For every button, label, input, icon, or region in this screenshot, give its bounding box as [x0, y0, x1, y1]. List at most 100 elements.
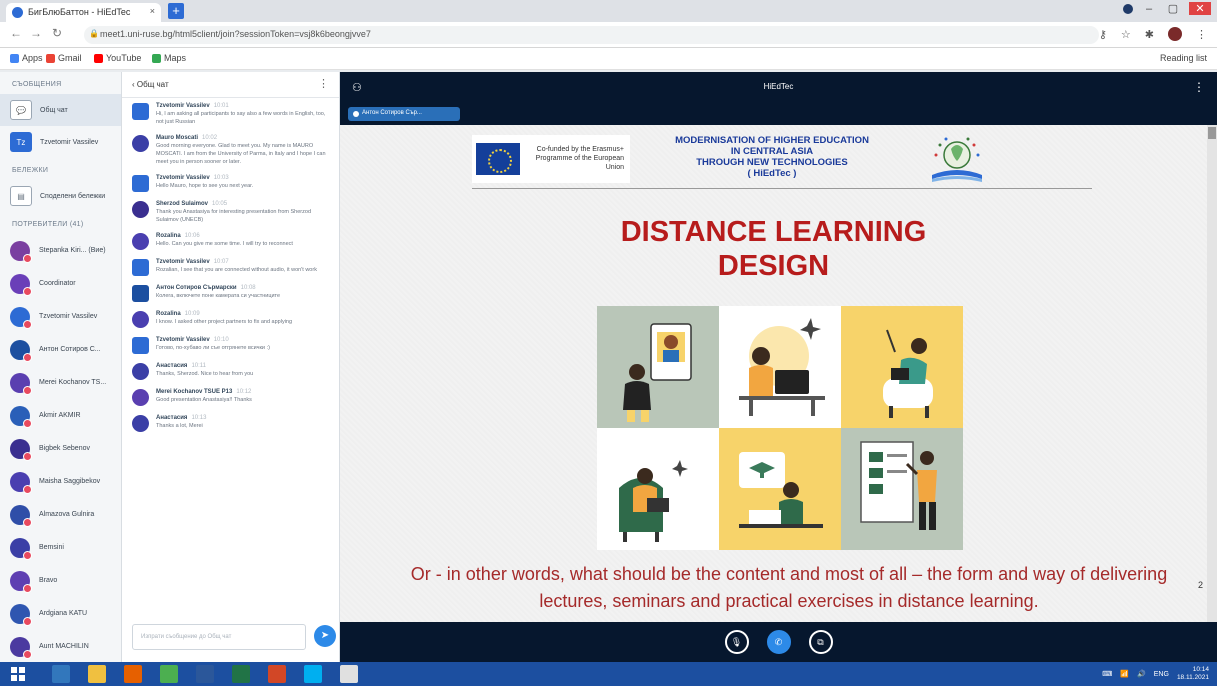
scrollbar-thumb[interactable]: [1208, 127, 1216, 139]
lock-icon: 🔒: [89, 29, 99, 38]
microphone-icon[interactable]: 🎙: [724, 630, 749, 654]
sender-avatar-icon: [132, 285, 149, 302]
project-title-line: THROUGH NEW TECHNOLOGIES: [696, 157, 848, 168]
tab-close-icon[interactable]: ×: [150, 6, 155, 16]
user-list-item[interactable]: Bravo: [0, 564, 121, 597]
user-list-item[interactable]: Coordinator: [0, 267, 121, 300]
user-list-item[interactable]: Akmir AKMIR: [0, 399, 121, 432]
user-list-item[interactable]: Ardgiana KATU: [0, 597, 121, 630]
edge-icon[interactable]: [52, 665, 70, 683]
close-window-icon[interactable]: ✕: [1189, 2, 1211, 15]
presenter-icon: [353, 111, 359, 117]
menu-icon[interactable]: ⋮: [1196, 28, 1207, 41]
key-icon[interactable]: ⚷: [1099, 28, 1107, 41]
sidebar-item-public-chat[interactable]: 💬 Общ чат: [0, 94, 121, 126]
back-icon[interactable]: ←: [10, 26, 22, 40]
bookmark-youtube[interactable]: YouTube: [94, 53, 141, 63]
user-list-item[interactable]: Merei Kochanov TS...: [0, 366, 121, 399]
illustration-laptop-armchair: [597, 428, 719, 550]
bookmark-apps[interactable]: Apps: [10, 53, 43, 63]
sender-name: Mauro Moscati: [156, 135, 199, 141]
message-time: 10:10: [213, 337, 229, 343]
new-tab-button[interactable]: +: [168, 3, 184, 19]
keyboard-icon[interactable]: ⌨: [1102, 670, 1112, 678]
bookmark-label: YouTube: [106, 53, 142, 63]
message-time: 10:13: [191, 415, 207, 421]
presenter-name: Антон Сотиров Сър...: [362, 110, 422, 116]
user-list-item[interactable]: Aнтон Сотиров С...: [0, 333, 121, 366]
chat-message: Антон Сотиров Сърмарски 10:08 Колега, вклю…: [122, 280, 340, 306]
volume-icon[interactable]: 🔊: [1137, 670, 1146, 678]
message-header: Rozalina 10:09: [156, 310, 292, 318]
bookmark-gmail[interactable]: Gmail: [46, 53, 82, 63]
profile-avatar-icon[interactable]: [1168, 27, 1182, 41]
windows-taskbar: ⌨ 📶 🔊 ENG 10:14 18.11.2021: [0, 662, 1217, 686]
user-avatar-icon: [10, 471, 32, 494]
user-avatar-icon: [10, 636, 32, 659]
address-bar[interactable]: 🔒 meet1.uni-ruse.bg/html5client/join?ses…: [84, 26, 1099, 44]
message-text: Thank you Anastasiya for interesting pre…: [156, 209, 312, 223]
message-header: Tzvetomir Vassilev 10:07: [156, 258, 317, 266]
chat-input[interactable]: Изпрати съобщение до Общ чат: [132, 624, 306, 650]
project-title-line: MODERNISATION OF HIGHER EDUCATION: [675, 135, 869, 146]
user-list-item[interactable]: Bigbek Sebenov: [0, 432, 121, 465]
star-icon[interactable]: ☆: [1121, 28, 1131, 41]
forward-icon[interactable]: →: [30, 26, 42, 40]
word-icon[interactable]: [196, 665, 214, 683]
send-button[interactable]: ➤: [314, 625, 336, 647]
illustration-graduate-laptop: [719, 428, 841, 550]
message-body: Rozalina 10:06 Hello. Can you give me some…: [156, 232, 293, 250]
chrome-icon[interactable]: [160, 665, 178, 683]
folder-icon[interactable]: [88, 665, 106, 683]
sidebar-item-private-chat[interactable]: Tz Tzvetomir Vassilev: [0, 126, 121, 158]
phone-icon[interactable]: ✆: [766, 630, 791, 654]
bookmarks-bar: Apps Gmail YouTube Maps Reading list: [0, 48, 1217, 70]
powerpoint-icon[interactable]: [268, 665, 286, 683]
language-indicator[interactable]: ENG: [1154, 671, 1169, 678]
reload-icon[interactable]: ↻: [52, 26, 62, 40]
screen-share-icon[interactable]: ⧉: [808, 630, 833, 654]
sidebar-item-label: Tzvetomir Vassilev: [40, 138, 99, 146]
user-list-item[interactable]: Almazova Gulnira: [0, 498, 121, 531]
illustration-relaxing-reader: [841, 306, 963, 428]
browser-tab[interactable]: БигБлюБаттон - HiEdTec ×: [6, 3, 161, 22]
illustration-headset-student: [719, 306, 841, 428]
message-time: 10:06: [184, 233, 200, 239]
bookmark-maps[interactable]: Maps: [152, 53, 186, 63]
user-name: Almazova Gulnira: [39, 511, 95, 518]
reading-list[interactable]: Reading list: [1160, 53, 1207, 63]
slide-scrollbar[interactable]: [1207, 125, 1217, 622]
network-icon[interactable]: 📶: [1120, 670, 1129, 678]
presenter-badge[interactable]: Антон Сотиров Сър...: [348, 107, 460, 121]
bookmark-label: Gmail: [58, 53, 82, 63]
message-body: Mauro Moscati 10:02 Good morning everyone.…: [156, 134, 334, 166]
paint-icon[interactable]: [340, 665, 358, 683]
slide-title: DISTANCE LEARNING DESIGN: [340, 215, 1207, 283]
extensions-icon[interactable]: ✱: [1145, 28, 1154, 41]
user-list-item[interactable]: Aunt MACHILIN: [0, 630, 121, 662]
meeting-options-icon[interactable]: ⋮: [1193, 80, 1205, 94]
sidebar-item-shared-notes[interactable]: ▤ Споделени бележки: [0, 180, 121, 212]
message-header: Tzvetomir Vassilev 10:03: [156, 174, 253, 182]
user-list-item[interactable]: Maisha Saggibekov: [0, 465, 121, 498]
user-list-item[interactable]: Bemsini: [0, 531, 121, 564]
chat-options-icon[interactable]: ⋮: [318, 77, 329, 90]
notes-icon: ▤: [10, 186, 32, 206]
sender-name: Антон Сотиров Сърмарски: [156, 285, 237, 291]
excel-icon[interactable]: [232, 665, 250, 683]
user-list-item[interactable]: Tzvetomir Vassilev: [0, 300, 121, 333]
clock[interactable]: 10:14 18.11.2021: [1177, 666, 1209, 682]
chat-message: Tzvetomir Vassilev 10:01 Hi, I am asking a…: [122, 98, 340, 130]
maximize-icon[interactable]: ▢: [1165, 2, 1181, 15]
skype-icon[interactable]: [304, 665, 322, 683]
user-list-item[interactable]: Stepanka Kiri... (Вие): [0, 234, 121, 267]
minimize-icon[interactable]: –: [1141, 3, 1157, 15]
chat-header: ‹ Общ чат ⋮: [122, 72, 339, 98]
firefox-icon[interactable]: [124, 665, 142, 683]
message-time: 10:07: [213, 259, 229, 265]
user-name: Tzvetomir Vassilev: [39, 313, 98, 320]
windows-logo-icon: [11, 667, 25, 681]
profile-icon[interactable]: [1123, 3, 1133, 14]
start-button[interactable]: [0, 662, 36, 686]
user-name: Akmir AKMIR: [39, 412, 81, 419]
